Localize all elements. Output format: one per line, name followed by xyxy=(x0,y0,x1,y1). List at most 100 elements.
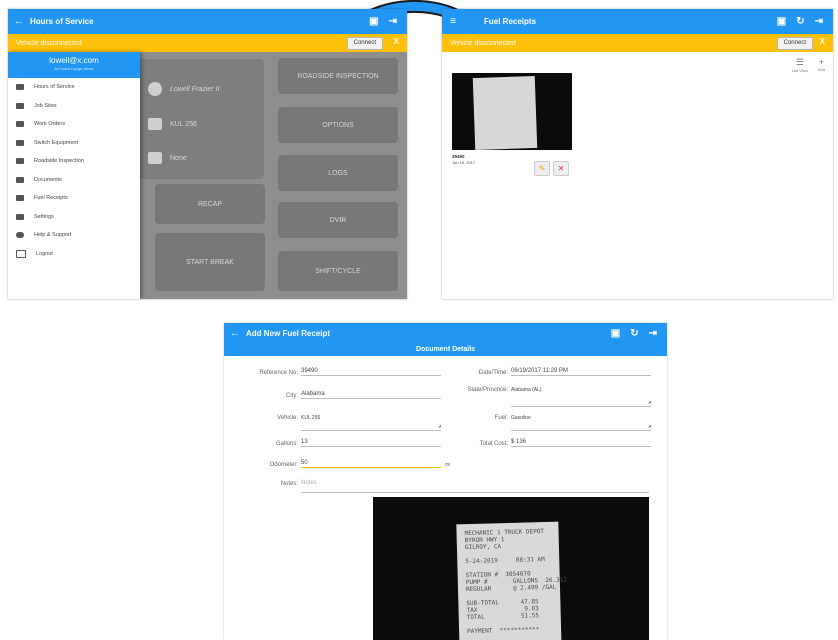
drawer-item-work-orders[interactable]: Work Orders xyxy=(8,115,140,134)
driver-row: Lowell Frazier II xyxy=(148,82,219,96)
city-row: City: Alabama xyxy=(234,387,441,399)
back-arrow-icon[interactable]: ← xyxy=(224,328,246,339)
page-title: Fuel Receipts xyxy=(484,17,537,26)
device-icon[interactable]: ▣ xyxy=(611,328,620,339)
page-title: Add New Fuel Receipt xyxy=(246,328,331,338)
datetime-input[interactable]: 06/19/2017 11:29 PM xyxy=(511,368,651,376)
drawer-item-label: Hours of Service xyxy=(34,84,75,91)
notes-input[interactable]: Notes xyxy=(301,480,651,487)
drawer-item-label: Roadside Inspection xyxy=(34,158,84,165)
receipt-thumbnail[interactable] xyxy=(452,73,572,151)
city-input[interactable]: Alabama xyxy=(301,391,441,399)
device-icon[interactable]: ▣ xyxy=(369,16,378,27)
drawer-subtitle: for hos/e-log/ga driver xyxy=(54,66,94,71)
page-title: Hours of Service xyxy=(30,17,94,26)
connect-button[interactable]: Connect xyxy=(776,37,813,50)
drawer-item-switch-equipment[interactable]: Switch Equipment xyxy=(8,134,140,153)
drawer-item-help-support[interactable]: Help & Support xyxy=(8,226,140,245)
notes-underline xyxy=(301,492,649,493)
drawer-item-settings[interactable]: Settings xyxy=(8,208,140,227)
dvir-tile[interactable]: DVIR xyxy=(278,202,398,238)
options-tile[interactable]: OPTIONS xyxy=(278,107,398,143)
app-bar: ← Add New Fuel Receipt ▣ ↻ ⇥ xyxy=(224,323,667,343)
fuel-label: Fuel: xyxy=(494,415,508,421)
shift-cycle-tile[interactable]: SHIFT/CYCLE xyxy=(278,251,398,291)
drawer-item-label: Help & Support xyxy=(34,232,72,239)
gallons-input[interactable]: 13 xyxy=(301,439,441,447)
drawer-item-label: Fuel Receipts xyxy=(34,195,68,202)
edit-button[interactable]: ✎ xyxy=(534,161,550,176)
drawer-item-fuel-receipts[interactable]: Fuel Receipts xyxy=(8,189,140,208)
receipt-icon xyxy=(16,195,24,202)
device-icon[interactable]: ▣ xyxy=(777,16,786,27)
notes-row: Notes: Notes xyxy=(234,475,651,487)
odometer-input[interactable]: 50 xyxy=(301,460,441,468)
driver-avatar-icon xyxy=(148,82,162,96)
drawer-item-label: Logout xyxy=(36,250,53,257)
plus-icon: + xyxy=(818,57,825,67)
refresh-icon[interactable]: ↻ xyxy=(796,16,804,27)
refresh-icon[interactable]: ↻ xyxy=(630,328,638,339)
logout-icon[interactable]: ⇥ xyxy=(389,16,397,27)
logout-icon[interactable]: ⇥ xyxy=(815,16,823,27)
drawer-item-logout[interactable]: Logout xyxy=(8,245,140,264)
fuel-select[interactable]: Gasoline ◢ xyxy=(511,415,651,431)
trailer-name: None xyxy=(170,154,187,162)
drawer-item-documents[interactable]: Documents xyxy=(8,171,140,190)
trailer-row: None xyxy=(148,152,187,164)
notes-label: Notes: xyxy=(280,481,298,487)
banner-text: Vehicle disconnected xyxy=(16,39,82,47)
list-icon: ☰ xyxy=(795,57,804,67)
add-button[interactable]: + Add xyxy=(818,57,825,73)
receipt-card[interactable]: 39490 Jun 19, 2017 ✎ ✕ xyxy=(452,73,572,176)
dropdown-caret-icon: ◢ xyxy=(647,399,651,404)
total-cost-input[interactable]: $ 136 xyxy=(511,439,651,447)
logs-tile[interactable]: LOGS xyxy=(278,155,398,191)
logout-icon[interactable]: ⇥ xyxy=(649,328,657,339)
state-label: State/Province: xyxy=(467,387,508,393)
person-icon xyxy=(16,121,24,128)
drawer-item-label: Documents xyxy=(34,176,62,183)
vehicle-row: Vehicle: KUL 256 ◢ xyxy=(234,415,441,431)
app-bar: ← Hours of Service ▣ ⇥ xyxy=(8,9,407,34)
state-value: Alabama (AL) xyxy=(511,387,542,393)
datetime-row: Date/Time: 06/19/2017 11:29 PM xyxy=(444,364,651,376)
vehicle-select[interactable]: KUL 256 ◢ xyxy=(301,415,441,431)
fuel-value: Gasoline xyxy=(511,415,531,421)
list-view-button[interactable]: ☰ List View xyxy=(792,57,808,73)
drawer-item-label: Switch Equipment xyxy=(34,139,79,146)
delete-button[interactable]: ✕ xyxy=(553,161,569,176)
drawer-item-roadside-inspection[interactable]: Roadside Inspection xyxy=(8,152,140,171)
banner-close-button[interactable]: X xyxy=(820,37,825,46)
status-banner: Vehicle disconnected Connect X xyxy=(8,34,407,52)
reference-input[interactable]: 39490 xyxy=(301,368,441,376)
banner-close-button[interactable]: X xyxy=(394,37,399,46)
calendar-icon xyxy=(16,84,24,91)
vehicle-row: KUL 256 xyxy=(148,118,197,130)
section-header: Document Details xyxy=(224,343,667,356)
back-arrow-icon[interactable]: ← xyxy=(8,16,30,27)
drawer-item-label: Work Orders xyxy=(34,121,66,128)
vehicle-label: Vehicle: xyxy=(276,415,298,421)
drawer-item-hours-of-service[interactable]: Hours of Service xyxy=(8,78,140,97)
dropdown-caret-icon: ◢ xyxy=(437,423,441,428)
drawer-item-job-sites[interactable]: Job Sites xyxy=(8,97,140,116)
receipt-paper-image xyxy=(472,75,538,151)
start-break-tile[interactable]: START BREAK xyxy=(155,233,265,291)
receipt-photo[interactable]: MECHANIC 1 TRUCK DEPOT BYRON HWY 1 GILRO… xyxy=(373,497,649,640)
total-cost-row: Total Cost: $ 136 xyxy=(444,435,651,447)
connect-button[interactable]: Connect xyxy=(346,37,383,50)
recap-tile[interactable]: RECAP xyxy=(155,184,265,224)
drawer-item-label: Settings xyxy=(34,213,54,220)
document-icon xyxy=(16,158,24,165)
add-label: Add xyxy=(817,67,825,72)
gallons-row: Gallons: 13 xyxy=(234,435,441,447)
fuel-row: Fuel: Gasoline ◢ xyxy=(444,415,651,431)
help-icon xyxy=(16,232,24,239)
state-select[interactable]: Alabama (AL) ◢ xyxy=(511,387,651,407)
list-view-label: List View xyxy=(791,68,808,73)
add-fuel-receipt-screen: ← Add New Fuel Receipt ▣ ↻ ⇥ Document De… xyxy=(224,323,667,640)
menu-icon[interactable]: ≡ xyxy=(442,16,464,27)
roadside-inspection-tile[interactable]: ROADSIDE INSPECTION xyxy=(278,58,398,94)
close-icon: ✕ xyxy=(557,164,565,173)
